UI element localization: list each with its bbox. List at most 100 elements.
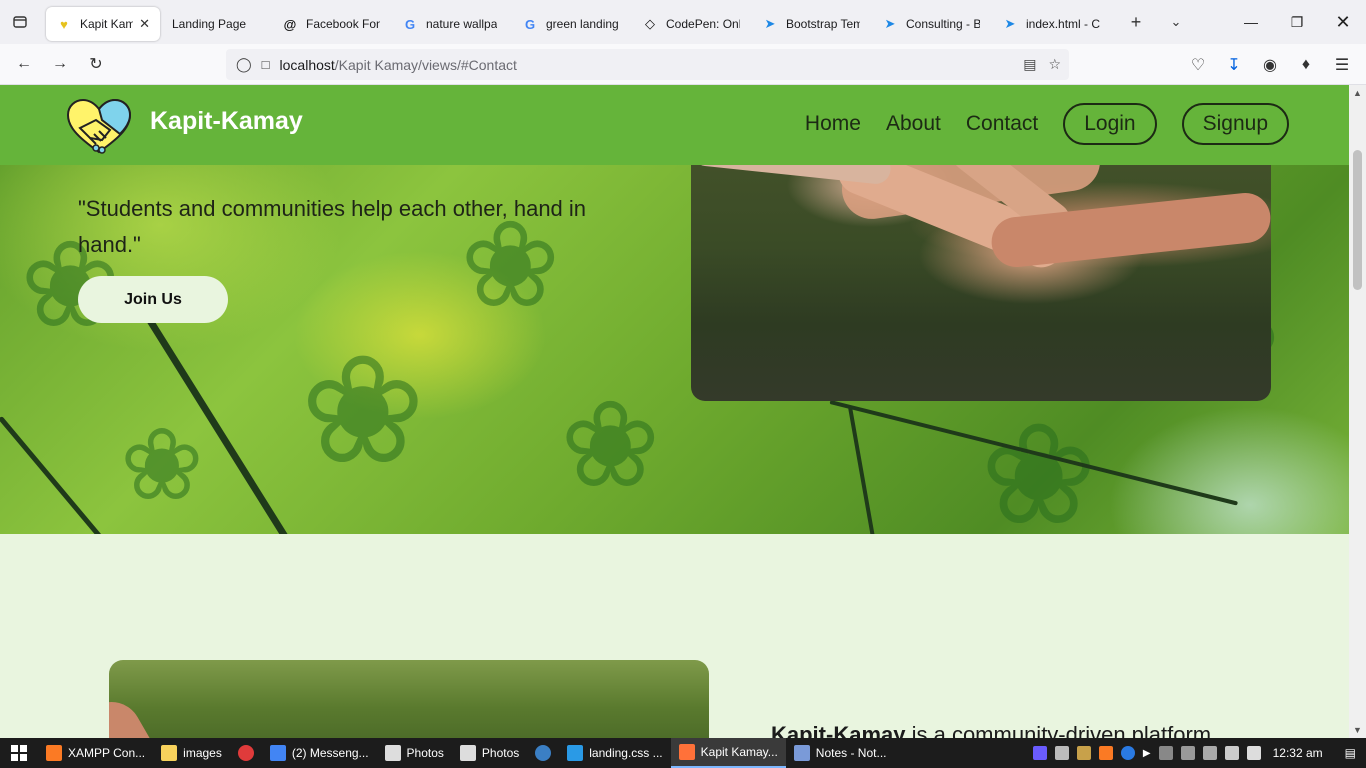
browser-tab[interactable]: @ Facebook Fon — [272, 7, 390, 41]
reload-icon[interactable]: ↻ — [78, 46, 114, 82]
taskbar-item[interactable]: Photos — [452, 738, 527, 768]
browser-tab[interactable]: ➤ Bootstrap Tem — [752, 7, 870, 41]
site-header: Kapit-Kamay Home About Contact Login Sig… — [0, 85, 1349, 165]
taskbar-item[interactable] — [527, 738, 559, 768]
signup-button[interactable]: Signup — [1181, 103, 1289, 145]
hands-photo — [691, 145, 1271, 401]
tray-app-icon[interactable] — [1180, 746, 1195, 760]
scroll-down-icon[interactable]: ▼ — [1349, 722, 1366, 738]
scroll-up-icon[interactable]: ▲ — [1349, 85, 1366, 101]
tray-app-icon[interactable] — [1076, 746, 1091, 760]
google-icon: G — [404, 16, 416, 32]
tray-app-icon[interactable] — [1202, 746, 1217, 760]
leaf-decoration: ❀ — [120, 409, 204, 521]
browser-tab[interactable]: ➤ index.html - C — [992, 7, 1110, 41]
back-icon[interactable]: ← — [6, 46, 42, 82]
tray-app-icon[interactable] — [1032, 746, 1047, 760]
taskbar-app-icon — [269, 745, 286, 761]
main-nav: Home About Contact Login Signup — [805, 103, 1289, 145]
list-all-tabs-icon[interactable]: ⌄ — [1156, 0, 1196, 44]
url-bar[interactable]: ◯ □ localhost/Kapit Kamay/views/#Contact… — [226, 49, 1069, 80]
heart-hands-logo-icon[interactable] — [66, 98, 132, 156]
leaf-decoration: ❀ — [560, 378, 661, 512]
about-intro-text: Kapit-Kamay is a community-driven platfo… — [771, 722, 1211, 738]
about-intro-rest: is a community-driven platform — [905, 722, 1212, 738]
about-photo — [109, 660, 709, 738]
network-icon[interactable] — [1224, 746, 1239, 760]
nav-about-link[interactable]: About — [886, 112, 941, 136]
taskbar-item[interactable] — [230, 738, 262, 768]
taskbar-app-icon — [384, 745, 401, 761]
taskbar-clock[interactable]: 12:32 am — [1273, 746, 1323, 760]
taskbar-item[interactable]: landing.css ... — [559, 738, 670, 768]
tray-app-icon[interactable] — [1158, 746, 1173, 760]
restore-icon[interactable]: ❐ — [1274, 0, 1320, 44]
tray-xampp-icon[interactable] — [1098, 746, 1113, 760]
taskbar-item[interactable]: Photos — [377, 738, 452, 768]
taskbar-item[interactable]: (2) Messeng... — [262, 738, 377, 768]
forward-icon[interactable]: → — [42, 46, 78, 82]
login-button[interactable]: Login — [1063, 103, 1157, 145]
taskbar-app-icon — [46, 745, 62, 761]
close-tab-icon[interactable]: ✕ — [139, 16, 150, 32]
nav-home-link[interactable]: Home — [805, 112, 861, 136]
branch-decoration — [848, 406, 877, 534]
reader-view-icon[interactable]: ▤ — [1023, 56, 1036, 73]
windows-start-icon[interactable] — [0, 738, 38, 768]
page-scrollbar[interactable]: ▲ ▼ — [1349, 85, 1366, 738]
hero-quote: "Students and communities help each othe… — [78, 196, 587, 257]
taskbar-item[interactable]: Notes - Not... — [786, 738, 895, 768]
browser-tab[interactable]: Gnature wallpa — [392, 7, 510, 41]
extensions-icon[interactable]: ♦ — [1288, 47, 1324, 83]
tab-title: green landing — [546, 17, 619, 31]
volume-icon[interactable] — [1246, 746, 1261, 760]
browser-tab[interactable]: Landing Page — [162, 7, 270, 41]
bootstrapmade-icon: ➤ — [1004, 16, 1016, 31]
minimize-icon[interactable]: — — [1228, 0, 1274, 44]
brand-name[interactable]: Kapit-Kamay — [150, 107, 303, 136]
leaf-decoration: ❀ — [300, 326, 426, 494]
tab-title: nature wallpa — [426, 17, 498, 31]
tab-overview-icon[interactable] — [0, 0, 40, 44]
taskbar-item-label: XAMPP Con... — [68, 746, 146, 760]
taskbar-item-label: (2) Messeng... — [291, 746, 369, 760]
taskbar-item[interactable]: images — [153, 738, 230, 768]
bootstrapmade-icon: ➤ — [884, 16, 896, 31]
taskbar-app-icon — [793, 745, 810, 761]
account-icon[interactable]: ◉ — [1252, 47, 1288, 83]
shield-icon[interactable]: ◯ — [236, 56, 252, 73]
browser-tab[interactable]: ♥ Kapit Kama ✕ — [46, 7, 160, 41]
url-path: /Kapit Kamay/views/#Contact — [334, 56, 517, 73]
tab-title: CodePen: Onli — [666, 17, 740, 31]
tray-app-icon[interactable] — [1054, 746, 1069, 760]
browser-tab[interactable]: ➤ Consulting - B — [872, 7, 990, 41]
notifications-icon[interactable]: ▤ — [1345, 746, 1356, 760]
leaf-decoration: ❀ — [980, 396, 1098, 535]
close-window-icon[interactable]: ✕ — [1320, 0, 1366, 44]
codepen-icon: ◇ — [645, 16, 655, 31]
page-info-icon[interactable]: □ — [262, 57, 270, 72]
scrollbar-thumb[interactable] — [1353, 150, 1362, 290]
bluetooth-icon[interactable] — [1120, 746, 1135, 760]
heart-hands-icon: ♥ — [60, 16, 68, 32]
threads-icon: @ — [283, 16, 297, 32]
taskbar-app-icon — [459, 745, 476, 761]
taskbar-app-icon — [161, 745, 178, 761]
tray-expand-icon[interactable]: ▶ — [1143, 748, 1151, 759]
taskbar-item-label: Kapit Kamay... — [700, 745, 778, 759]
system-tray: ▶ 12:32 am ▤ — [1032, 738, 1366, 768]
nav-contact-link[interactable]: Contact — [966, 112, 1038, 136]
taskbar-item-label: Photos — [406, 746, 444, 760]
taskbar-item[interactable]: XAMPP Con... — [38, 738, 153, 768]
join-us-button[interactable]: Join Us — [78, 276, 228, 323]
browser-tab[interactable]: Ggreen landing — [512, 7, 630, 41]
taskbar-item-label: landing.css ... — [589, 746, 663, 760]
tab-title: Landing Page — [172, 17, 247, 31]
bookmark-star-icon[interactable]: ☆ — [1048, 56, 1061, 73]
browser-tab[interactable]: ◇ CodePen: Onli — [632, 7, 750, 41]
downloads-icon[interactable]: ↧ — [1216, 47, 1252, 83]
new-tab-icon[interactable]: + — [1116, 0, 1156, 44]
taskbar-item[interactable]: Kapit Kamay... — [670, 738, 786, 768]
pocket-icon[interactable]: ♡ — [1180, 47, 1216, 83]
menu-icon[interactable]: ☰ — [1324, 47, 1360, 83]
